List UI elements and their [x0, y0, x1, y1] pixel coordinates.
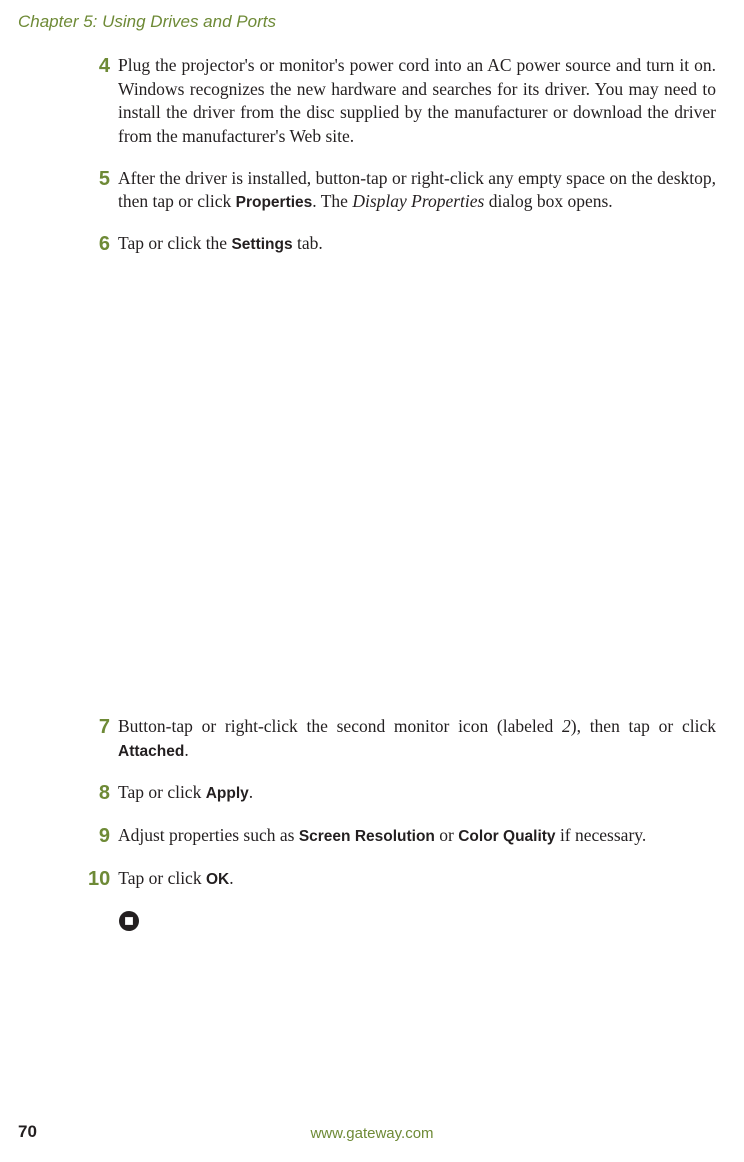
- step-8: 8 Tap or click Apply.: [88, 781, 716, 806]
- ui-label-apply: Apply: [206, 785, 249, 802]
- step-body: Adjust properties such as Screen Resolut…: [118, 824, 716, 849]
- step-6: 6 Tap or click the Settings tab.: [88, 232, 716, 257]
- step-text: dialog box opens.: [484, 191, 612, 211]
- step-10: 10 Tap or click OK.: [88, 867, 716, 892]
- ui-label-color-quality: Color Quality: [458, 828, 555, 845]
- ui-label-properties: Properties: [236, 194, 313, 211]
- footer-url: www.gateway.com: [0, 1125, 744, 1142]
- step-7: 7 Button-tap or right-click the second m…: [88, 715, 716, 763]
- content-area: 4 Plug the projector's or monitor's powe…: [88, 54, 716, 932]
- step-text: Tap or click: [118, 868, 206, 888]
- step-text: Plug the projector's or monitor's power …: [118, 55, 716, 146]
- step-number: 10: [88, 867, 118, 892]
- step-text: ), then tap or click: [571, 716, 716, 736]
- step-number: 9: [88, 824, 118, 849]
- step-text: Tap or click the: [118, 233, 231, 253]
- step-body: Tap or click OK.: [118, 867, 716, 892]
- step-number: 4: [88, 54, 118, 149]
- ui-label-screen-resolution: Screen Resolution: [299, 828, 435, 845]
- image-placeholder-gap: [88, 275, 716, 715]
- step-body: Plug the projector's or monitor's power …: [118, 54, 716, 149]
- step-5: 5 After the driver is installed, button-…: [88, 167, 716, 215]
- step-body: Tap or click the Settings tab.: [118, 232, 716, 257]
- step-text: Tap or click: [118, 782, 206, 802]
- step-body: After the driver is installed, button-ta…: [118, 167, 716, 215]
- monitor-label: 2: [562, 716, 571, 736]
- step-text: .: [229, 868, 233, 888]
- step-number: 7: [88, 715, 118, 763]
- step-text: tab.: [293, 233, 323, 253]
- step-text: Adjust properties such as: [118, 825, 299, 845]
- step-text: if necessary.: [556, 825, 647, 845]
- step-number: 6: [88, 232, 118, 257]
- step-4: 4 Plug the projector's or monitor's powe…: [88, 54, 716, 149]
- chapter-header: Chapter 5: Using Drives and Ports: [18, 12, 276, 32]
- step-body: Button-tap or right-click the second mon…: [118, 715, 716, 763]
- step-text: .: [184, 740, 188, 760]
- step-text: .: [249, 782, 253, 802]
- step-text: or: [435, 825, 458, 845]
- step-text: Button-tap or right-click the second mon…: [118, 716, 562, 736]
- step-body: Tap or click Apply.: [118, 781, 716, 806]
- ui-label-attached: Attached: [118, 743, 184, 760]
- step-text: . The: [312, 191, 352, 211]
- step-9: 9 Adjust properties such as Screen Resol…: [88, 824, 716, 849]
- step-number: 8: [88, 781, 118, 806]
- ui-label-settings: Settings: [231, 236, 292, 253]
- step-number: 5: [88, 167, 118, 215]
- dialog-name: Display Properties: [352, 191, 484, 211]
- end-of-procedure-icon: [118, 910, 716, 932]
- ui-label-ok: OK: [206, 871, 229, 888]
